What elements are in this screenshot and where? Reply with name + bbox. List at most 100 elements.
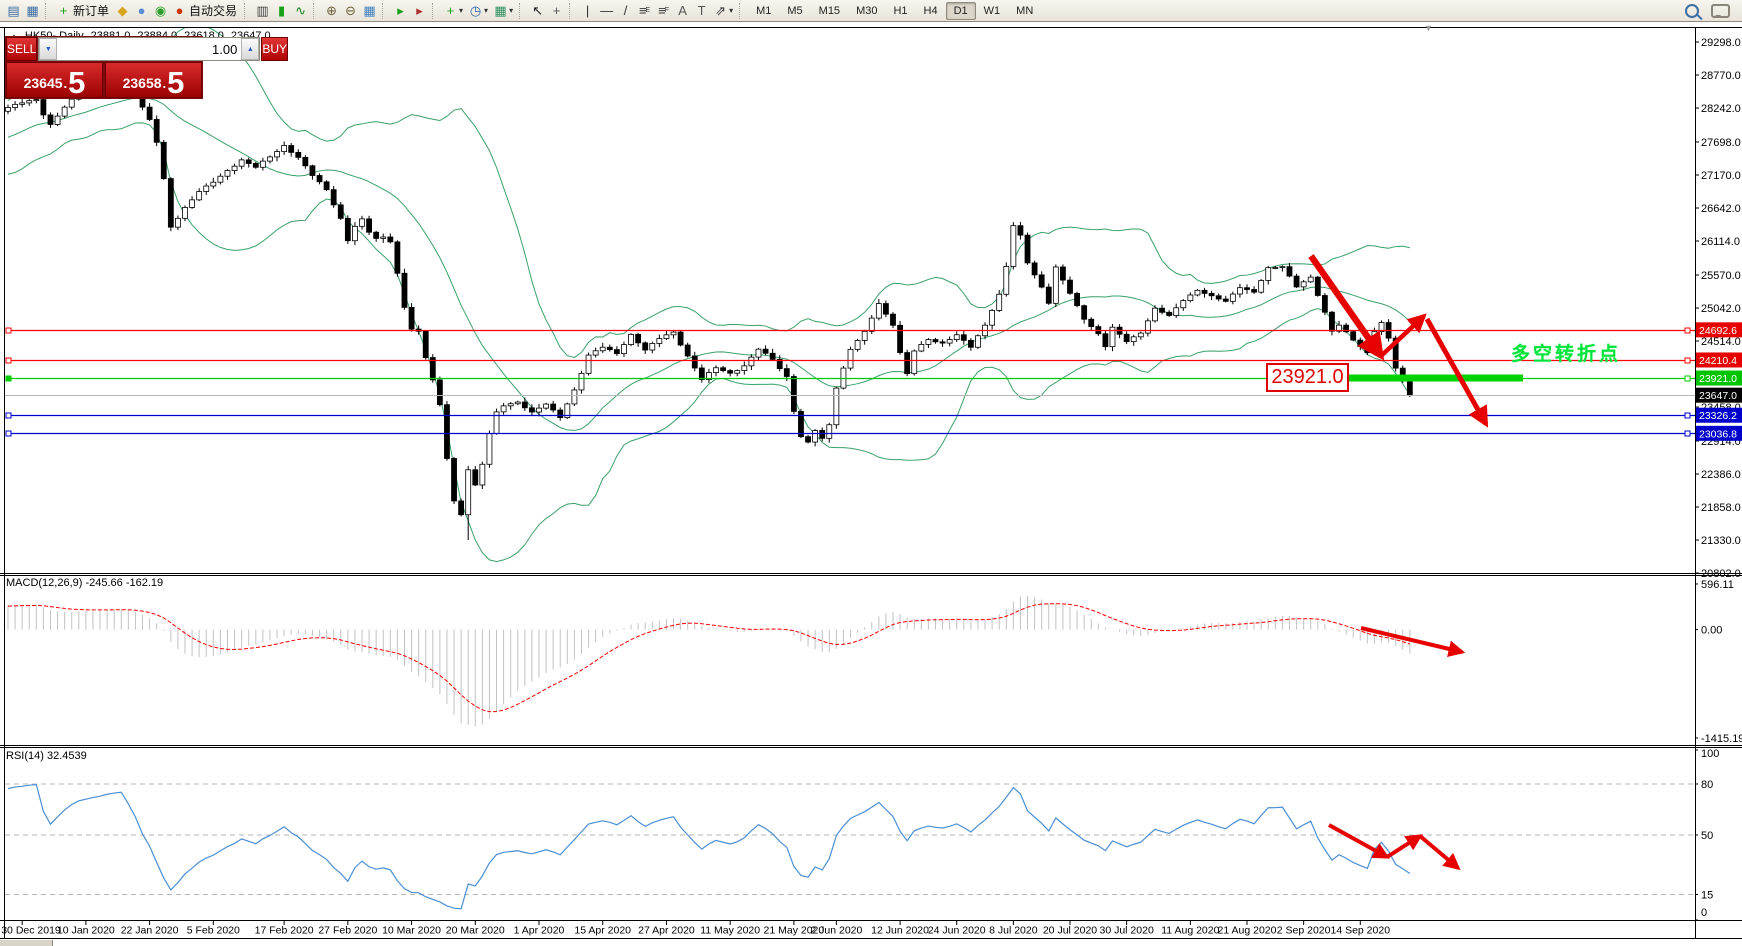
auto-scroll-icon[interactable]: ▸ [391,2,410,20]
svg-text:23036.8: 23036.8 [1699,428,1737,440]
vline-icon[interactable]: | [578,2,597,20]
volume-input[interactable] [57,38,241,60]
timeframe-w1[interactable]: W1 [976,2,1009,20]
price-axis-ticks: 29298.028770.028242.027698.027170.026642… [1695,37,1741,580]
profiles-icon[interactable]: ▦ [23,2,42,20]
timeframe-h1[interactable]: H1 [885,2,915,20]
chart-shift-marker[interactable]: ▼ [1424,23,1433,33]
crosshair-icon[interactable]: + [547,2,566,20]
annotation-arrows[interactable] [1311,256,1486,424]
svg-text:21330.0: 21330.0 [1701,535,1741,547]
new-order-icon[interactable]: + [54,2,73,20]
svg-text:11 Aug 2020: 11 Aug 2020 [1161,925,1219,937]
timeframe-m15[interactable]: M15 [811,2,848,20]
trendline-icon[interactable]: / [616,2,635,20]
search-icon[interactable] [1685,4,1699,18]
timeframe-m1[interactable]: M1 [748,2,779,20]
svg-text:27 Apr 2020: 27 Apr 2020 [638,925,695,937]
toolbar-separator [244,3,250,19]
indicators-icon[interactable]: + [441,2,460,20]
timeframe-m30[interactable]: M30 [848,2,885,20]
line-chart-icon[interactable]: ∿ [291,2,310,20]
chat-icon[interactable] [1711,4,1730,18]
bar-chart-icon[interactable]: ▥ [253,2,272,20]
dropdown-arrow-icon[interactable]: ▾ [729,6,733,15]
tile-windows-icon[interactable]: ▦ [360,2,379,20]
svg-text:27 Feb 2020: 27 Feb 2020 [318,925,377,937]
toolbar: ▤▦+新订单◆●◉●自动交易▥▮∿⊕⊖▦▸▸+▾◷▾▦▾↖+|—/≡E≡FAT⇗… [0,0,1742,22]
dropdown-arrow-icon[interactable]: ▾ [509,6,513,15]
macd-values: -245.66 -162.19 [85,577,163,589]
rsi-label: RSI(14) 32.4539 [6,750,87,762]
zoom-in-icon[interactable]: ⊕ [322,2,341,20]
svg-text:15 Apr 2020: 15 Apr 2020 [574,925,631,937]
toolbar-separator [45,3,51,19]
chart-shift-icon[interactable]: ▸ [410,2,429,20]
signal-icon[interactable]: ◉ [151,2,170,20]
candlestick-icon[interactable]: ▮ [272,2,291,20]
bid-price-box[interactable]: 23645.5 [6,62,103,98]
price-level-annotation[interactable]: 23921.0 [1266,363,1349,392]
zoom-out-icon[interactable]: ⊖ [341,2,360,20]
svg-text:10 Mar 2020: 10 Mar 2020 [382,925,441,937]
svg-text:17 Feb 2020: 17 Feb 2020 [255,925,314,937]
svg-text:24 Jun 2020: 24 Jun 2020 [928,925,986,937]
toolbar-separator [569,3,575,19]
channel-icon[interactable]: ≡E [635,2,654,20]
terminal-tab-stub[interactable] [0,940,53,946]
new-order-label[interactable]: 新订单 [73,2,109,19]
ask-price-box[interactable]: 23658.5 [105,62,202,98]
svg-text:23921.0: 23921.0 [1699,373,1737,385]
svg-text:28242.0: 28242.0 [1701,103,1741,115]
templates-icon[interactable]: ▦ [491,2,510,20]
svg-text:22 Jan 2020: 22 Jan 2020 [121,925,179,937]
periods-icon[interactable]: ◷ [466,2,485,20]
timeframe-d1[interactable]: D1 [946,2,976,20]
svg-text:12 Jun 2020: 12 Jun 2020 [871,925,929,937]
volume-decrease-button[interactable]: ▼ [39,38,57,60]
bid-price-big-digit: 5 [68,70,85,95]
chart-canvas[interactable]: 29298.028770.028242.027698.027170.026642… [0,0,1742,946]
market-watch-icon[interactable]: ◆ [113,2,132,20]
autotrading-icon[interactable]: ● [170,2,189,20]
svg-text:11 May 2020: 11 May 2020 [700,925,760,937]
timeframe-h4[interactable]: H4 [916,2,946,20]
timeframe-mn[interactable]: MN [1008,2,1041,20]
hline-icon[interactable]: — [597,2,616,20]
svg-text:26114.0: 26114.0 [1701,236,1740,248]
arrows-icon[interactable]: ⇗ [711,2,730,20]
svg-text:14 Sep 2020: 14 Sep 2020 [1330,925,1390,937]
timeframe-m5[interactable]: M5 [779,2,810,20]
turning-point-annotation[interactable]: 多空转折点 [1511,339,1621,366]
date-axis[interactable]: 30 Dec 201910 Jan 202022 Jan 20205 Feb 2… [1,920,1390,937]
sell-button[interactable]: SELL [6,37,37,61]
dropdown-arrow-icon[interactable]: ▾ [484,6,488,15]
text-icon[interactable]: A [673,2,692,20]
cursor-icon[interactable]: ↖ [528,2,547,20]
label-icon[interactable]: T [692,2,711,20]
volume-increase-button[interactable]: ▲ [241,38,259,60]
fibonacci-icon[interactable]: ≡F [654,2,673,20]
svg-text:2 Jun 2020: 2 Jun 2020 [810,925,862,937]
new-chart-icon[interactable]: ▤ [4,2,23,20]
community-icon[interactable]: ● [132,2,151,20]
buy-button[interactable]: BUY [261,37,288,61]
svg-text:26642.0: 26642.0 [1701,203,1741,215]
toolbar-separator [313,3,319,19]
svg-text:24210.4: 24210.4 [1699,355,1737,367]
svg-text:22386.0: 22386.0 [1701,469,1741,481]
svg-text:21 Aug 2020: 21 Aug 2020 [1218,925,1277,937]
svg-text:21858.0: 21858.0 [1701,502,1741,514]
svg-text:-1415.19: -1415.19 [1701,733,1742,745]
macd-label: MACD(12,26,9) -245.66 -162.19 [6,577,163,589]
svg-text:0.00: 0.00 [1701,625,1722,637]
svg-text:25570.0: 25570.0 [1701,270,1741,282]
dropdown-arrow-icon[interactable]: ▾ [459,6,463,15]
svg-text:1 Apr 2020: 1 Apr 2020 [514,925,565,937]
svg-text:2 Sep 2020: 2 Sep 2020 [1277,925,1331,937]
volume-stepper: ▼ ▲ [38,37,260,61]
svg-text:100: 100 [1701,748,1719,760]
rsi-value: 32.4539 [47,750,87,762]
autotrading-label[interactable]: 自动交易 [189,2,237,19]
svg-text:29298.0: 29298.0 [1701,37,1741,49]
